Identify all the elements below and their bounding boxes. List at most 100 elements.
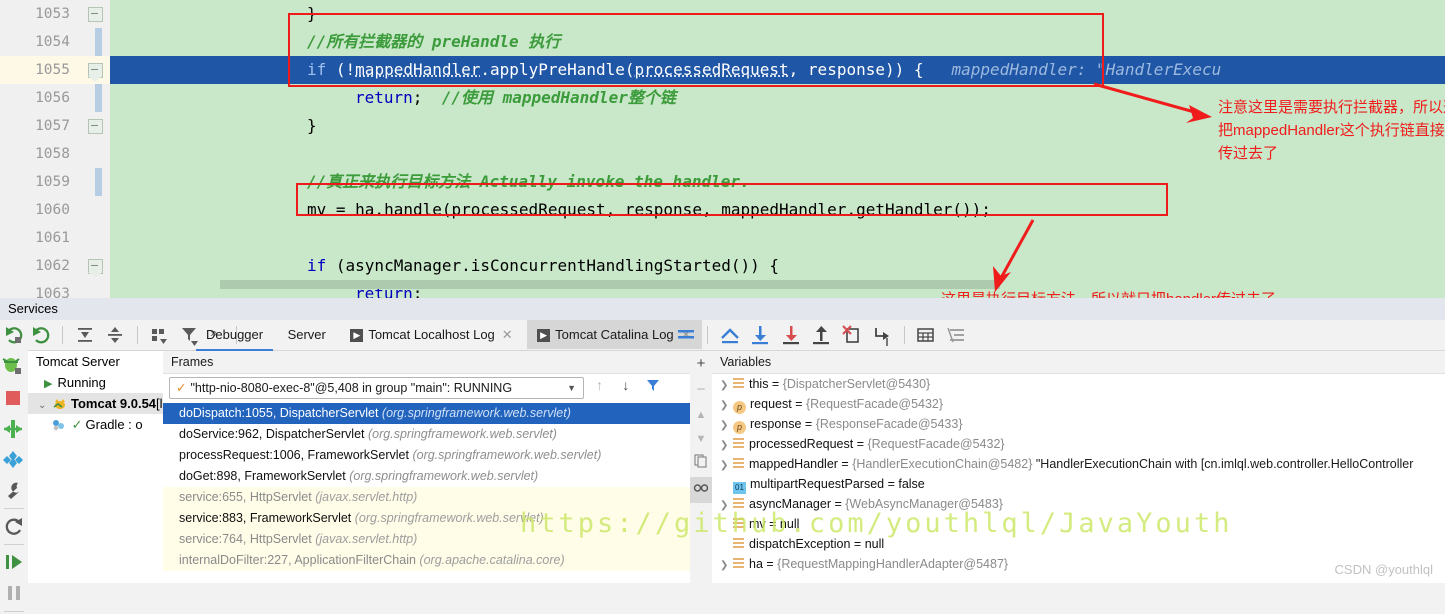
clear-icon[interactable] xyxy=(839,320,865,350)
variable-row[interactable]: 01multipartRequestParsed = false xyxy=(712,474,1445,494)
jump-icon[interactable] xyxy=(869,320,895,350)
expand-all-icon[interactable] xyxy=(72,320,98,350)
tree-item-tomcat-9[interactable]: ⌄ Tomcat 9.0.54[l xyxy=(28,393,163,414)
debug-tabs[interactable]: Debugger Server ▶Tomcat Localhost Log✕ ▶… xyxy=(196,320,702,350)
arrow-down-icon[interactable]: ↓ xyxy=(615,377,637,393)
variable-row[interactable]: ❯presponse = {ResponseFacade@5433} xyxy=(712,414,1445,434)
chevron-right-icon[interactable]: ❯ xyxy=(720,396,733,416)
filter-icon[interactable] xyxy=(641,377,665,395)
frame-item[interactable]: internalDoFilter:227, ApplicationFilterC… xyxy=(163,550,690,571)
fold-row[interactable] xyxy=(80,140,110,168)
frame-item[interactable]: doDispatch:1055, DispatcherServlet (org.… xyxy=(163,403,690,424)
chevron-right-icon[interactable]: ❯ xyxy=(720,556,733,576)
line-number: 1055 xyxy=(0,56,80,84)
down-red-icon[interactable] xyxy=(778,320,804,350)
chevron-down-icon[interactable]: ⌄ xyxy=(38,400,46,411)
fold-collapse-icon[interactable] xyxy=(88,63,103,78)
fold-collapse-icon[interactable] xyxy=(88,259,103,274)
variable-row[interactable]: ❯this = {DispatcherServlet@5430} xyxy=(712,374,1445,394)
annotation-note-2: 这里是执行目标方法，所以就只把handler传过去了 xyxy=(941,288,1276,298)
variable-row[interactable]: ❯processedRequest = {RequestFacade@5432} xyxy=(712,434,1445,454)
watches-icon[interactable] xyxy=(690,477,712,503)
resume-icon[interactable] xyxy=(0,547,28,578)
chevron-down-icon[interactable]: ▼ xyxy=(567,378,576,399)
frames-header: Frames xyxy=(163,351,690,374)
code-line-1062: if (asyncManager.isConcurrentHandlingSta… xyxy=(110,252,1445,280)
rerun-icon[interactable] xyxy=(0,320,28,351)
tab-debugger[interactable]: Debugger xyxy=(196,320,273,351)
debug-icon[interactable] xyxy=(0,351,28,382)
variable-row[interactable]: mv = null xyxy=(712,514,1445,534)
tab-tomcat-localhost-log[interactable]: ▶Tomcat Localhost Log✕ xyxy=(340,320,522,349)
tree-item-gradle[interactable]: ✓Gradle : o xyxy=(28,414,163,435)
settings-blue-icon[interactable] xyxy=(0,444,28,475)
tree-item-running[interactable]: ▶Running xyxy=(28,372,163,393)
chevron-right-icon[interactable]: ❯ xyxy=(720,456,733,476)
line-number: 1062 xyxy=(0,252,80,280)
thread-selector[interactable]: ✓"http-nio-8080-exec-8"@5,408 in group "… xyxy=(169,377,584,399)
minus-icon[interactable]: − xyxy=(690,377,712,403)
frames-panel[interactable]: Frames ✓"http-nio-8080-exec-8"@5,408 in … xyxy=(163,351,691,583)
variables-side-toolbar[interactable]: + − ▲ ▼ xyxy=(690,351,713,583)
rerun-icon[interactable] xyxy=(28,320,54,350)
collapse-lines-icon[interactable] xyxy=(944,320,970,350)
divider xyxy=(4,508,24,509)
editor-horizontal-scrollbar[interactable] xyxy=(220,280,1000,289)
frame-item[interactable]: service:883, FrameworkServlet (org.sprin… xyxy=(163,508,690,529)
plus-icon[interactable]: + xyxy=(690,351,712,377)
fold-minus-icon[interactable] xyxy=(88,7,103,22)
variables-list[interactable]: ❯this = {DispatcherServlet@5430} ❯preque… xyxy=(712,374,1445,574)
variable-row[interactable]: ❯mappedHandler = {HandlerExecutionChain@… xyxy=(712,454,1445,474)
frame-item[interactable]: processRequest:1006, FrameworkServlet (o… xyxy=(163,445,690,466)
fold-minus-icon[interactable] xyxy=(88,119,103,134)
services-tree[interactable]: Tomcat Server ▶Running ⌄ Tomcat 9.0.54[l… xyxy=(28,351,164,583)
variable-row[interactable]: ❯prequest = {RequestFacade@5432} xyxy=(712,394,1445,414)
fold-row[interactable] xyxy=(80,56,110,84)
fold-row[interactable] xyxy=(80,252,110,280)
close-icon[interactable]: ✕ xyxy=(502,327,513,342)
copy-icon[interactable] xyxy=(690,451,712,477)
group-by-icon[interactable] xyxy=(146,320,172,350)
services-tool-window[interactable]: Services xyxy=(0,298,1445,583)
frame-item[interactable]: service:764, HttpServlet (javax.servlet.… xyxy=(163,529,690,550)
log-toolbar[interactable] xyxy=(673,320,970,350)
frame-item[interactable]: doGet:898, FrameworkServlet (org.springf… xyxy=(163,466,690,487)
fold-row[interactable] xyxy=(80,224,110,252)
frames-list[interactable]: doDispatch:1055, DispatcherServlet (org.… xyxy=(163,403,690,571)
down-icon[interactable]: ▼ xyxy=(690,427,712,451)
fold-row[interactable] xyxy=(80,196,110,224)
tab-server[interactable]: Server xyxy=(278,320,336,349)
frame-item[interactable]: service:655, HttpServlet (javax.servlet.… xyxy=(163,487,690,508)
scroll-to-end-icon[interactable] xyxy=(747,320,773,350)
up-icon[interactable] xyxy=(808,320,834,350)
chevron-right-icon[interactable]: ❯ xyxy=(720,496,733,516)
deploy-icon[interactable] xyxy=(0,413,28,444)
wrench-icon[interactable] xyxy=(0,475,28,506)
chevron-right-icon[interactable]: ❯ xyxy=(720,416,733,436)
tree-item-tomcat-server[interactable]: Tomcat Server xyxy=(28,351,163,372)
arrow-up-icon[interactable]: ↑ xyxy=(588,377,610,393)
variables-panel[interactable]: Variables ❯this = {DispatcherServlet@543… xyxy=(712,351,1445,583)
soft-wrap-icon[interactable] xyxy=(673,320,699,350)
fold-row[interactable] xyxy=(80,0,110,28)
chevron-right-icon[interactable]: ❯ xyxy=(720,436,733,456)
services-left-rail[interactable] xyxy=(0,320,29,583)
code-editor[interactable]: } //所有拦截器的 preHandle 执行 if (!mappedHandl… xyxy=(0,0,1445,298)
services-toolbar[interactable]: » Debugger Server ▶Tomcat Localhost Log✕… xyxy=(28,320,1445,351)
stop-icon[interactable] xyxy=(0,382,28,413)
fold-row[interactable] xyxy=(80,280,110,298)
chevron-right-icon[interactable]: ❯ xyxy=(720,376,733,396)
collapse-all-icon[interactable] xyxy=(102,320,128,350)
vcs-change-marker xyxy=(95,84,102,112)
up-icon[interactable]: ▲ xyxy=(690,403,712,427)
table-icon[interactable] xyxy=(913,320,939,350)
frame-item[interactable]: doService:962, DispatcherServlet (org.sp… xyxy=(163,424,690,445)
scroll-to-top-icon[interactable] xyxy=(717,320,743,350)
csdn-watermark: CSDN @youthlql xyxy=(1335,562,1433,577)
field-icon xyxy=(733,558,744,569)
variable-row[interactable]: ❯asyncManager = {WebAsyncManager@5483} xyxy=(712,494,1445,514)
fold-row[interactable] xyxy=(80,112,110,140)
services-title: Services xyxy=(0,298,1445,320)
variable-row[interactable]: dispatchException = null xyxy=(712,534,1445,554)
refresh-icon[interactable] xyxy=(0,511,28,542)
